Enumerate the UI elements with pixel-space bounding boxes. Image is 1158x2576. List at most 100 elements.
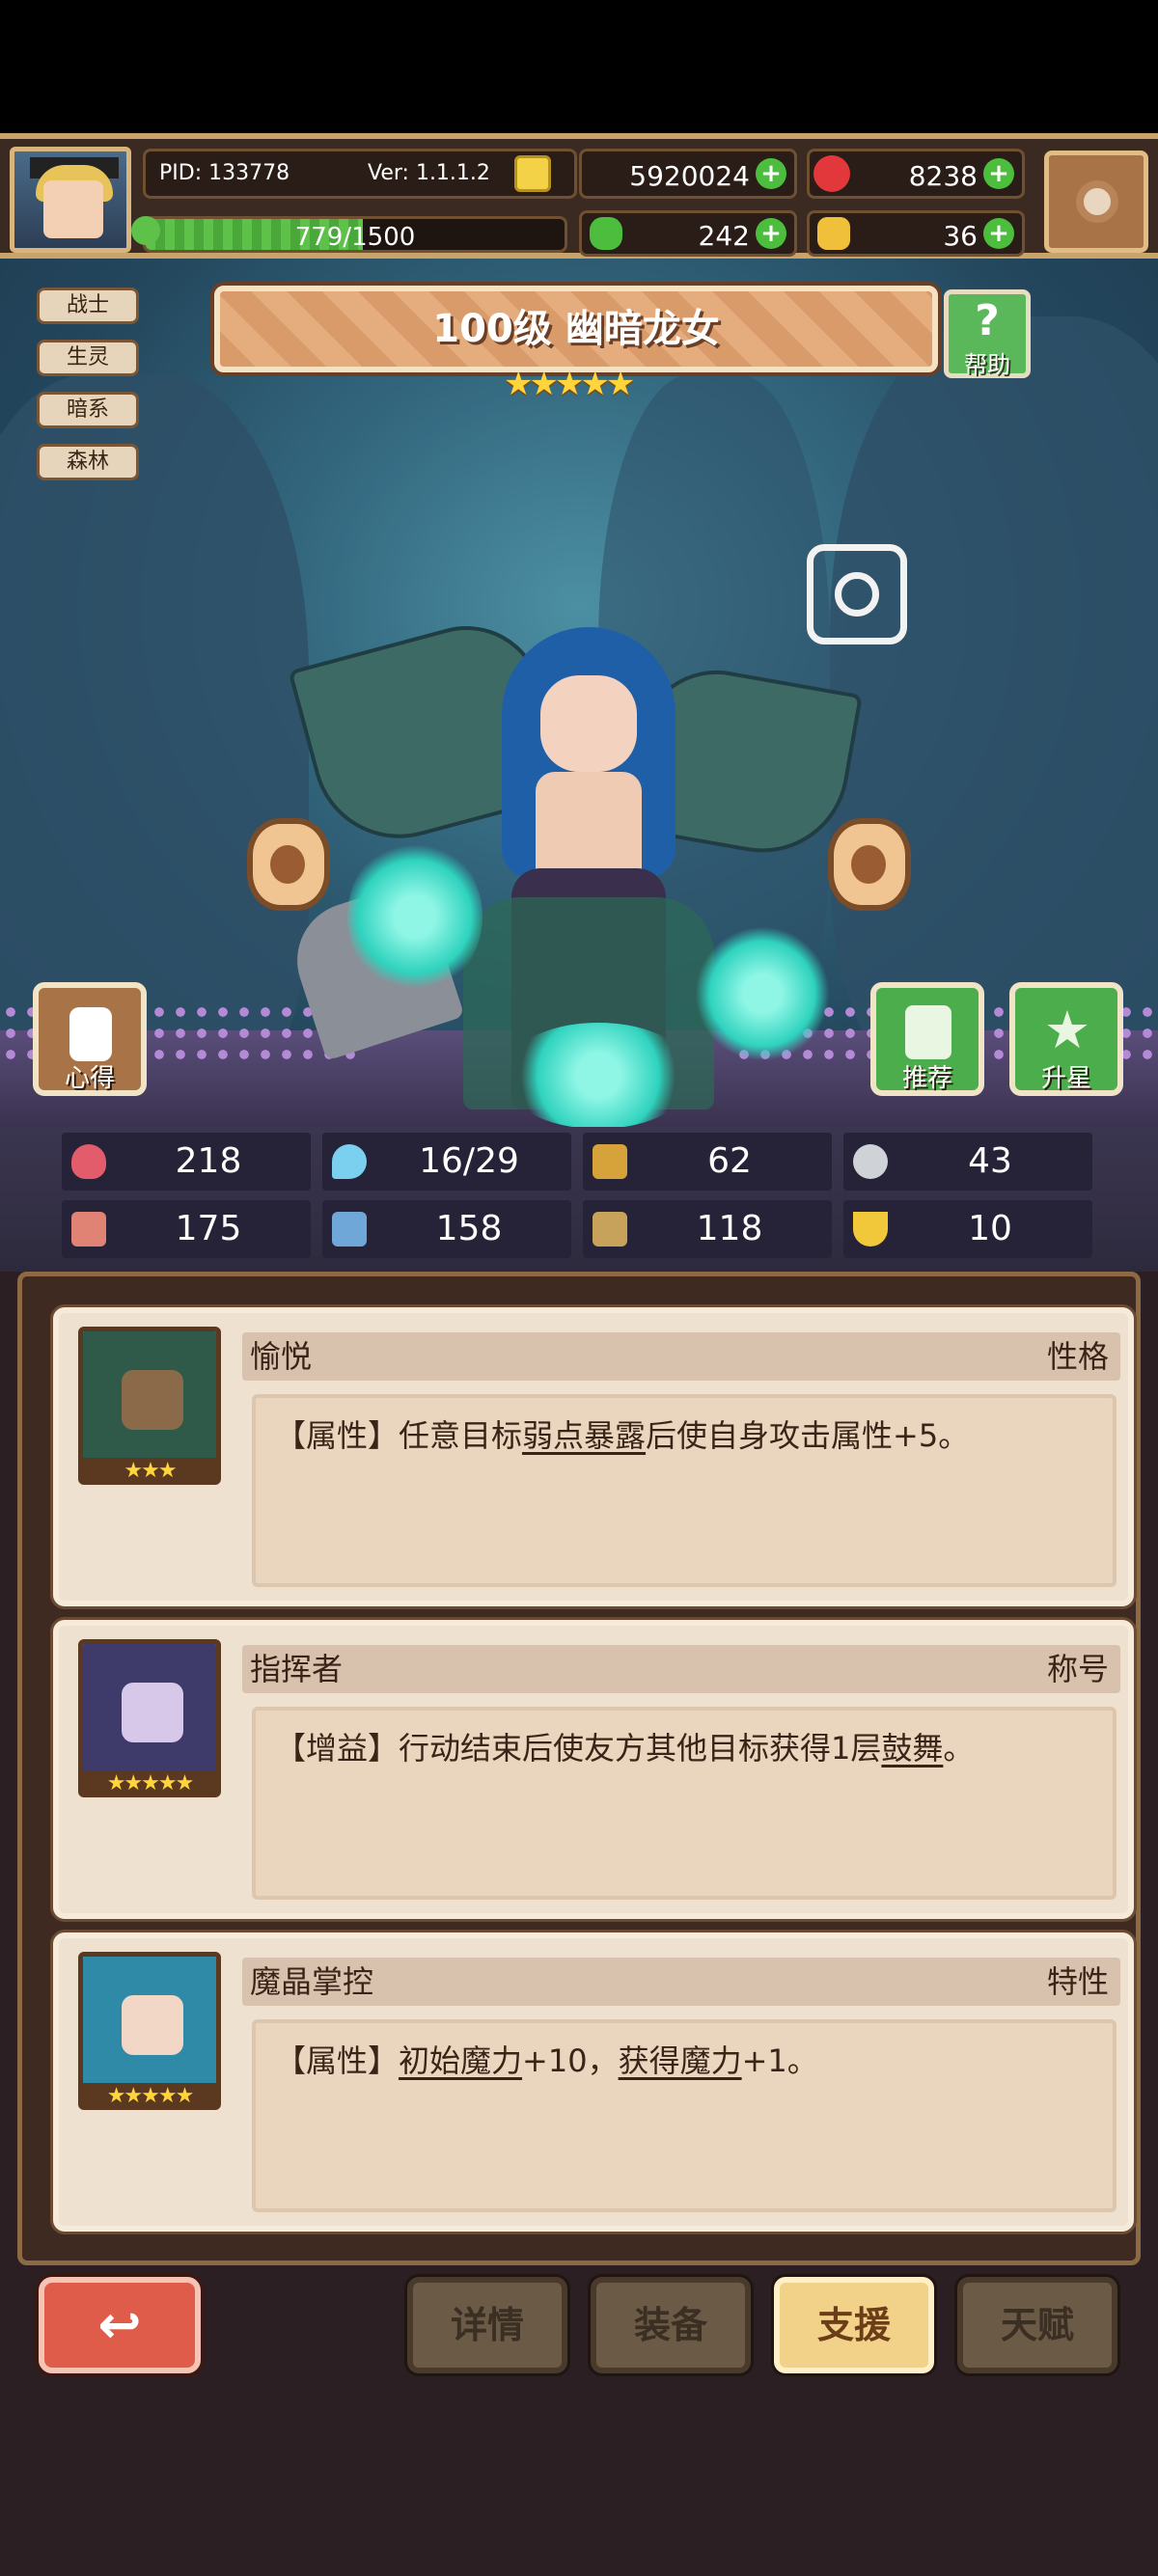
shoe-amount: 36	[943, 220, 978, 252]
status-bar-area	[0, 0, 1158, 133]
card-type: 性格	[1046, 1338, 1109, 1375]
next-character-icon[interactable]	[828, 818, 911, 911]
card-name: 魔晶掌控	[250, 1963, 374, 2000]
clover-bar: 242 +	[579, 210, 797, 257]
card-name: 愉悦	[250, 1338, 313, 1375]
flame-left	[347, 839, 482, 994]
shoe-icon	[817, 217, 850, 250]
xp-text: 779/1500	[294, 223, 416, 252]
tab-equipment[interactable]: 装备	[591, 2277, 751, 2373]
stats-panel: 218 16/29 62 43 175 158 118 10	[0, 1127, 1158, 1272]
clover-icon	[590, 217, 622, 250]
settings-gear-icon[interactable]	[1044, 151, 1148, 253]
xp-bar: 779/1500	[143, 216, 567, 253]
support-card-title[interactable]: ★★★★★ 指挥者 称号 【增益】行动结束后使友方其他目标获得1层鼓舞。	[53, 1620, 1134, 1919]
keyword-link[interactable]: 弱点暴露	[522, 1417, 646, 1454]
card-description: 【增益】行动结束后使友方其他目标获得1层鼓舞。	[252, 1707, 1117, 1900]
card-header: 指挥者 称号	[242, 1645, 1120, 1693]
stat-speed: 43	[843, 1133, 1092, 1191]
flame-bottom	[502, 1023, 695, 1129]
insight-label: 心得	[64, 1064, 115, 1093]
gold-bar: 5920024 +	[579, 149, 797, 199]
help-label: 帮助	[964, 351, 1010, 378]
game-version: Ver: 1.1.1.2	[368, 161, 490, 185]
insight-button[interactable]: 心得	[33, 982, 147, 1096]
tab-talent[interactable]: 天赋	[957, 2277, 1117, 2373]
thumbs-up-icon	[905, 1005, 951, 1059]
card-portrait	[78, 1327, 221, 1466]
shoe-bar: 36 +	[807, 210, 1025, 257]
wing-icon	[853, 1144, 888, 1179]
notes-icon	[69, 1007, 112, 1061]
recommend-button[interactable]: 推荐	[870, 982, 984, 1096]
add-shoe-icon[interactable]: +	[983, 218, 1014, 249]
add-gold-icon[interactable]: +	[756, 158, 786, 189]
support-card-personality[interactable]: ★★★ 愉悦 性格 【属性】任意目标弱点暴露后使自身攻击属性+5。	[53, 1307, 1134, 1606]
card-portrait	[78, 1952, 221, 2091]
prev-character-icon[interactable]	[247, 818, 330, 911]
horseshoe-icon	[853, 1212, 888, 1247]
add-gem-icon[interactable]: +	[983, 158, 1014, 189]
heart-icon	[71, 1144, 106, 1179]
tag-terrain: 森林	[37, 444, 139, 480]
keyword-link[interactable]: 初始魔力	[399, 2042, 522, 2079]
help-button[interactable]: ? 帮助	[944, 289, 1031, 378]
tag-element: 暗系	[37, 392, 139, 428]
camera-icon[interactable]	[807, 544, 907, 644]
book-icon	[332, 1212, 367, 1247]
support-card-trait[interactable]: ★★★★★ 魔晶掌控 特性 【属性】初始魔力+10，获得魔力+1。	[53, 1932, 1134, 2232]
question-icon: ?	[975, 296, 1000, 345]
card-stars: ★★★	[78, 1458, 221, 1485]
armor-icon	[593, 1212, 627, 1247]
back-button[interactable]: ↩	[39, 2277, 201, 2373]
character-face	[540, 675, 637, 772]
stat-attack: 175	[62, 1200, 311, 1258]
card-header: 魔晶掌控 特性	[242, 1958, 1120, 2006]
tab-details[interactable]: 详情	[407, 2277, 567, 2373]
star-up-label: 升星	[1040, 1064, 1091, 1093]
tag-class: 战士	[37, 288, 139, 324]
clover-amount: 242	[698, 220, 750, 252]
card-description: 【属性】任意目标弱点暴露后使自身攻击属性+5。	[252, 1394, 1117, 1587]
card-portrait	[78, 1639, 221, 1778]
stat-armor: 118	[583, 1200, 832, 1258]
character-title: 100级 幽暗龙女	[432, 307, 720, 351]
character-title-banner: 100级 幽暗龙女	[214, 286, 938, 372]
avatar-face	[43, 180, 103, 238]
card-description: 【属性】初始魔力+10，获得魔力+1。	[252, 2019, 1117, 2212]
flame-right	[695, 926, 830, 1061]
gold-amount: 5920024	[629, 160, 750, 192]
tab-support[interactable]: 支援	[774, 2277, 934, 2373]
keyword-link[interactable]: 获得魔力	[619, 2042, 742, 2079]
player-avatar[interactable]	[10, 147, 131, 253]
card-stars: ★★★★★	[78, 2083, 221, 2110]
stat-defense: 62	[583, 1133, 832, 1191]
character-stars: ★★★★★	[504, 365, 635, 403]
card-type: 称号	[1046, 1651, 1109, 1687]
star-up-button[interactable]: ★ 升星	[1009, 982, 1123, 1096]
water-drop-icon	[332, 1144, 367, 1179]
shield-icon	[593, 1144, 627, 1179]
level-clover-icon	[131, 216, 160, 245]
fist-icon	[71, 1212, 106, 1247]
top-header: PID: 133778 Ver: 1.1.1.2 5920024 + 8238 …	[0, 133, 1158, 259]
back-arrow-icon: ↩	[97, 2294, 142, 2355]
stat-mana: 16/29	[322, 1133, 571, 1191]
gold-coin-icon	[514, 155, 551, 192]
player-info-bar: PID: 133778 Ver: 1.1.1.2	[143, 149, 577, 199]
gem-amount: 8238	[908, 160, 978, 192]
tag-race: 生灵	[37, 340, 139, 376]
keyword-link[interactable]: 鼓舞	[881, 1730, 943, 1767]
add-clover-icon[interactable]: +	[756, 218, 786, 249]
ruby-gem-icon	[813, 155, 850, 192]
stat-luck: 10	[843, 1200, 1092, 1258]
recommend-label: 推荐	[901, 1064, 952, 1093]
card-name: 指挥者	[250, 1651, 344, 1687]
player-id: PID: 133778	[159, 161, 290, 185]
support-panel: ★★★ 愉悦 性格 【属性】任意目标弱点暴露后使自身攻击属性+5。 ★★★★★ …	[17, 1272, 1141, 2265]
star-badge-icon: ★	[1043, 1000, 1091, 1060]
stat-magic: 158	[322, 1200, 571, 1258]
game-screen: { "header": { "pid": "PID: 133778", "ver…	[0, 0, 1158, 2576]
gem-bar: 8238 +	[807, 149, 1025, 199]
stat-hp: 218	[62, 1133, 311, 1191]
